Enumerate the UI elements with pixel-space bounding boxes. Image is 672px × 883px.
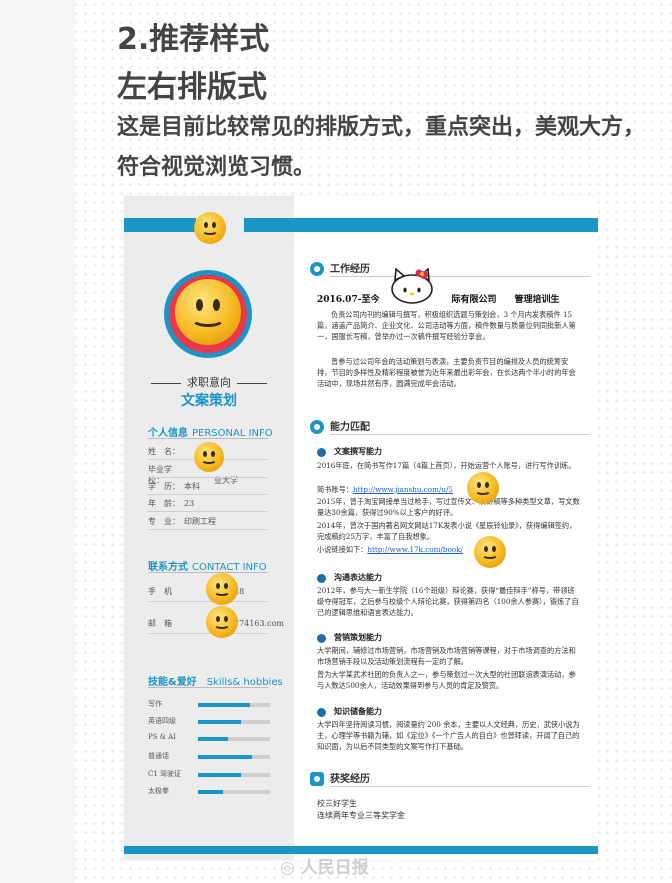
info-row: 学 历： 本科 bbox=[148, 482, 200, 491]
divider bbox=[148, 572, 268, 573]
skill-row: 太极拳 bbox=[148, 786, 278, 796]
skill-level-bar bbox=[198, 720, 242, 724]
emoji-sticker-icon bbox=[206, 606, 238, 638]
emoji-sticker-icon bbox=[175, 279, 241, 345]
ability-link-line: 简书账号：http://www.jianshu.com/u/5fe bbox=[317, 484, 581, 495]
divider bbox=[148, 601, 268, 602]
divider bbox=[330, 786, 590, 787]
skill-level-bar bbox=[198, 790, 224, 794]
divider bbox=[148, 687, 268, 688]
jianshu-link[interactable]: http://www.jianshu.com/u/5 bbox=[353, 485, 453, 494]
divider bbox=[330, 434, 590, 435]
bullet-icon bbox=[317, 633, 326, 643]
work-paragraph: 负责公司内刊的编辑与撰写，积极组织选题与策划会，3 个月内发表稿件 15 篇，涵… bbox=[317, 310, 576, 342]
objective-value: 文案策划 bbox=[181, 393, 237, 409]
divider bbox=[148, 438, 268, 439]
novel-link[interactable]: http://www.17k.com/book/ bbox=[367, 545, 463, 554]
job-line: 2016.07-至今 际有限公司 管理培训生 bbox=[317, 295, 560, 305]
award-item: 校三好学生 bbox=[317, 799, 357, 808]
bullet-icon bbox=[317, 707, 326, 717]
info-row: 专 业： 印刷工程 bbox=[148, 517, 216, 526]
watermark: ◎ 人民日报 bbox=[280, 858, 369, 878]
divider bbox=[148, 511, 268, 512]
ability-link-line: 小说链接如下：http://www.17k.com/book/tml bbox=[317, 544, 581, 555]
skill-row: 普通话 bbox=[148, 751, 278, 761]
avatar bbox=[164, 270, 252, 358]
emoji-sticker-icon bbox=[194, 212, 226, 244]
ability-text: 大学期间，辅修过市场营销，市场营销及市场营销等课程，对于市场调查的方法和市场营销… bbox=[317, 646, 576, 667]
info-row: 姓 名： bbox=[148, 447, 180, 456]
skill-level-bar bbox=[198, 703, 250, 707]
emoji-sticker-icon bbox=[467, 472, 499, 504]
ability-title: 文案撰写能力 bbox=[317, 446, 382, 457]
ability-title: 营销策划能力 bbox=[317, 632, 382, 643]
graduation-cap-icon bbox=[310, 420, 324, 434]
bullet-icon bbox=[317, 447, 326, 457]
top-accent-bar-left bbox=[124, 218, 196, 232]
work-experience-heading: 工作经历 bbox=[310, 260, 370, 276]
skill-level-bar bbox=[198, 737, 229, 741]
ability-heading: 能力匹配 bbox=[310, 418, 370, 434]
left-margin-strip bbox=[0, 0, 75, 883]
emoji-sticker-icon bbox=[194, 442, 224, 472]
divider bbox=[148, 477, 268, 478]
skill-level-bar bbox=[198, 773, 242, 777]
divider bbox=[148, 633, 268, 634]
skill-row: PS & AI bbox=[148, 733, 278, 741]
ability-title: 知识储备能力 bbox=[317, 706, 382, 717]
ability-text: 大学四年坚持阅读习惯，阅读量约 200 余本，主要以人文经典，历史，武侠小说为主… bbox=[317, 720, 580, 752]
objective-label: 求职意向 bbox=[124, 374, 294, 390]
ability-title: 沟通表达能力 bbox=[317, 572, 382, 583]
top-accent-bar-right bbox=[244, 218, 598, 232]
ability-text: 2015年，曾于淘宝网接单当过枪手，写过宣传文、演讲稿等多种类型文章，写文数量达… bbox=[317, 497, 580, 518]
skill-row: 英语四级 bbox=[148, 716, 278, 726]
slide-subtitle: 左右排版式 bbox=[117, 70, 267, 105]
ability-text: 2012年，参与大一新生学院（16个班级）辩论赛，获得“最佳辩手”称号，带领班级… bbox=[317, 586, 579, 618]
divider bbox=[148, 494, 268, 495]
award-item: 连续两年专业三等奖学金 bbox=[317, 811, 405, 820]
ability-text: 2016年底，在简书写作17篇（4篇上首页），开始运营个人账号，进行写作训练。 bbox=[317, 461, 576, 470]
info-row: 年 龄： 23 bbox=[148, 499, 195, 508]
trophy-icon bbox=[310, 772, 324, 786]
work-paragraph: 曾参与过公司年会的活动策划与表演，主要负责节目的编排及人员的统筹安排，节目的多样… bbox=[317, 357, 576, 389]
ability-text: 曾为大学某武术社团的负责人之一，参与策划过一次大型的社团联谊表演活动，参与人数达… bbox=[317, 670, 576, 691]
skills-heading: 技能&爱好 Skills& hobbies bbox=[148, 677, 283, 688]
divider bbox=[148, 529, 268, 530]
weibo-icon: ◎ bbox=[280, 858, 301, 878]
skill-level-bar bbox=[198, 755, 252, 759]
awards-heading: 获奖经历 bbox=[310, 770, 370, 786]
skill-row: 写作 bbox=[148, 699, 278, 709]
divider bbox=[330, 276, 590, 277]
slide-title: 2.推荐样式 bbox=[117, 22, 270, 57]
user-icon bbox=[310, 262, 324, 276]
bullet-icon bbox=[317, 573, 326, 583]
emoji-sticker-icon bbox=[206, 573, 238, 605]
skill-row: C1 驾驶证 bbox=[148, 769, 278, 779]
slide-intro: 这是目前比较常见的排版方式，重点突出，美观大方，符合视觉浏览习惯。 bbox=[117, 115, 646, 180]
personal-info-heading: 个人信息 PERSONAL INFO bbox=[148, 428, 273, 439]
emoji-sticker-icon bbox=[474, 536, 506, 568]
resume-sample: 求职意向 文案策划 个人信息 PERSONAL INFO 姓 名： 毕业学校： 业大… bbox=[124, 196, 598, 860]
contact-info-heading: 联系方式 CONTACT INFO bbox=[148, 562, 267, 573]
ability-text: 2014年，曾次于国内著名网文网站17K发表小说《星辰铃仙录》，获得编辑签约，完… bbox=[317, 521, 577, 542]
